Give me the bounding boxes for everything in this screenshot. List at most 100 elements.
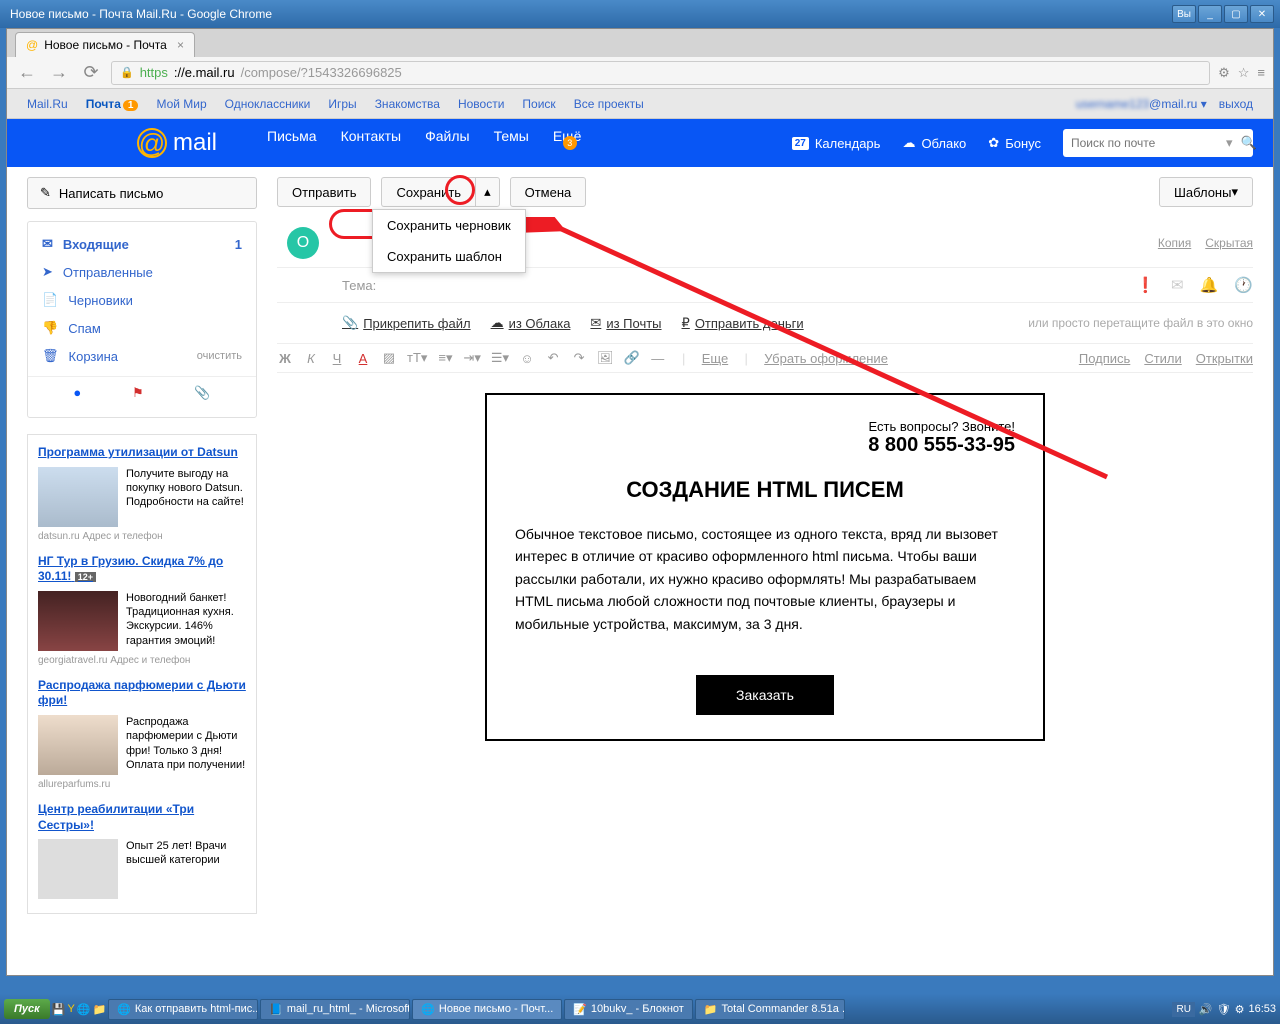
topbar-link[interactable]: Игры [328,97,356,111]
quicklaunch-icon[interactable]: 📁 [92,1003,106,1016]
menu-icon[interactable]: ≡ [1257,65,1265,80]
search-input[interactable] [1071,136,1226,150]
tray-icon[interactable]: 🛡 [1217,1003,1231,1016]
save-template-item[interactable]: Сохранить шаблон [373,241,525,272]
dropdown-icon[interactable]: ▾ [1226,135,1233,151]
forward-button[interactable]: → [47,61,71,85]
hr-button[interactable]: — [650,351,666,366]
schedule-icon[interactable]: 🕐 [1234,276,1253,294]
nav-more[interactable]: Ещё3 [553,128,582,158]
topbar-link[interactable]: Поиск [522,97,555,111]
bgcolor-button[interactable]: ▨ [381,350,397,366]
email-cta-button[interactable]: Заказать [696,675,834,715]
calendar-link[interactable]: 27Календарь [792,136,881,151]
tray-lang[interactable]: RU [1172,1002,1194,1017]
tray-icon[interactable]: ⚙ [1235,1003,1245,1016]
ad-image[interactable] [38,839,118,899]
nav-files[interactable]: Файлы [425,128,469,158]
window-lang-button[interactable]: Вы [1172,5,1196,23]
taskbar-item[interactable]: 📁Total Commander 8.51a ... [695,999,845,1020]
image-button[interactable]: 🖼 [597,350,614,366]
italic-button[interactable]: К [303,351,319,366]
save-draft-item[interactable]: Сохранить черновик [373,210,525,241]
url-input[interactable]: 🔒 https://e.mail.ru/compose/?15433266968… [111,61,1210,85]
align-button[interactable]: ≡▾ [437,350,453,366]
ad-title[interactable]: НГ Тур в Грузию. Скидка 7% до 30.11! 12+ [38,554,246,585]
indent-button[interactable]: ⇥▾ [463,350,480,366]
editor-clear[interactable]: Убрать оформление [764,351,888,366]
ad-image[interactable] [38,591,118,651]
folder-inbox[interactable]: ✉Входящие1 [28,230,256,258]
ad-title[interactable]: Распродажа парфюмерии с Дьюти фри! [38,678,246,709]
folder-trash[interactable]: 🗑Корзинаочистить [28,342,256,370]
cancel-button[interactable]: Отмена [510,177,587,207]
undo-button[interactable]: ↶ [545,350,561,366]
save-dropdown-button[interactable]: ▴ [475,177,500,207]
dot-icon[interactable]: ● [73,385,81,401]
attach-mail-link[interactable]: ✉из Почты [590,315,661,331]
settings-icon[interactable]: ⚙ [1218,65,1230,81]
taskbar-item[interactable]: 📝10bukv_ - Блокнот [564,999,693,1020]
priority-icon[interactable]: ❗ [1136,276,1155,294]
send-button[interactable]: Отправить [277,177,371,207]
taskbar-item[interactable]: 🌐Новое письмо - Почт... [412,999,562,1020]
ad-image[interactable] [38,467,118,527]
save-button[interactable]: Сохранить [381,177,475,207]
taskbar-item[interactable]: 🌐Как отправить html-пис... [108,999,258,1020]
editor-more[interactable]: Еще [702,351,728,366]
quicklaunch-icon[interactable]: Y [67,1003,74,1015]
nav-themes[interactable]: Темы [494,128,529,158]
window-min-button[interactable]: _ [1198,5,1222,23]
window-close-button[interactable]: ✕ [1250,5,1274,23]
tray-clock[interactable]: 16:53 [1248,1003,1276,1015]
tab-close-icon[interactable]: × [177,38,184,52]
quicklaunch-icon[interactable]: 🌐 [77,1003,91,1016]
search-box[interactable]: ▾ 🔍 [1063,129,1253,157]
window-max-button[interactable]: ▢ [1224,5,1248,23]
tray-icon[interactable]: 🔊 [1199,1003,1213,1016]
folder-drafts[interactable]: 📄Черновики [28,286,256,314]
flag-icon[interactable]: ⚑ [132,385,144,401]
user-email[interactable]: username123@mail.ru ▾ [1076,97,1207,111]
link-button[interactable]: 🔗 [624,350,640,366]
mail-logo[interactable]: @ mail [137,128,217,158]
browser-tab[interactable]: @ Новое письмо - Почта Mail.R × [15,32,195,57]
redo-button[interactable]: ↷ [571,350,587,366]
templates-button[interactable]: Шаблоны ▾ [1159,177,1253,207]
nav-letters[interactable]: Письма [267,128,317,158]
bonus-link[interactable]: ✿Бонус [988,135,1041,151]
list-button[interactable]: ☰▾ [491,350,509,366]
clear-link[interactable]: очистить [197,350,242,362]
back-button[interactable]: ← [15,61,39,85]
topbar-link[interactable]: Все проекты [574,97,644,111]
folder-sent[interactable]: ➤Отправленные [28,258,256,286]
email-body-preview[interactable]: Есть вопросы? Звоните! 8 800 555-33-95 С… [485,393,1045,741]
attach-file-link[interactable]: 📎Прикрепить файл [342,315,471,331]
start-button[interactable]: Пуск [4,999,50,1019]
search-icon[interactable]: 🔍 [1241,135,1257,151]
send-money-link[interactable]: ₽Отправить деньги [682,315,804,331]
reload-button[interactable]: ⟳ [79,61,103,85]
notify-icon[interactable]: 🔔 [1200,276,1219,294]
color-button[interactable]: А [355,351,371,366]
emoji-button[interactable]: ☺ [519,351,535,366]
topbar-link-active[interactable]: Почта1 [86,97,139,111]
cc-link[interactable]: Копия [1158,236,1191,250]
attach-cloud-link[interactable]: ☁из Облака [491,315,571,331]
taskbar-item[interactable]: 📘mail_ru_html_ - Microsoft... [260,999,410,1020]
topbar-link[interactable]: Мой Мир [156,97,206,111]
underline-button[interactable]: Ч [329,351,345,366]
ad-image[interactable] [38,715,118,775]
topbar-link[interactable]: Mail.Ru [27,97,68,111]
topbar-link[interactable]: Одноклассники [225,97,311,111]
compose-button[interactable]: ✎ Написать письмо [27,177,257,209]
cloud-link[interactable]: ☁Облако [902,135,966,151]
receipt-icon[interactable]: ✉ [1171,276,1184,294]
topbar-link[interactable]: Новости [458,97,504,111]
star-icon[interactable]: ☆ [1238,65,1250,81]
attach-icon[interactable]: 📎 [194,385,210,401]
bcc-link[interactable]: Скрытая [1205,236,1253,250]
cards-link[interactable]: Открытки [1196,351,1253,366]
folder-spam[interactable]: 👎Спам [28,314,256,342]
topbar-link[interactable]: Знакомства [375,97,440,111]
